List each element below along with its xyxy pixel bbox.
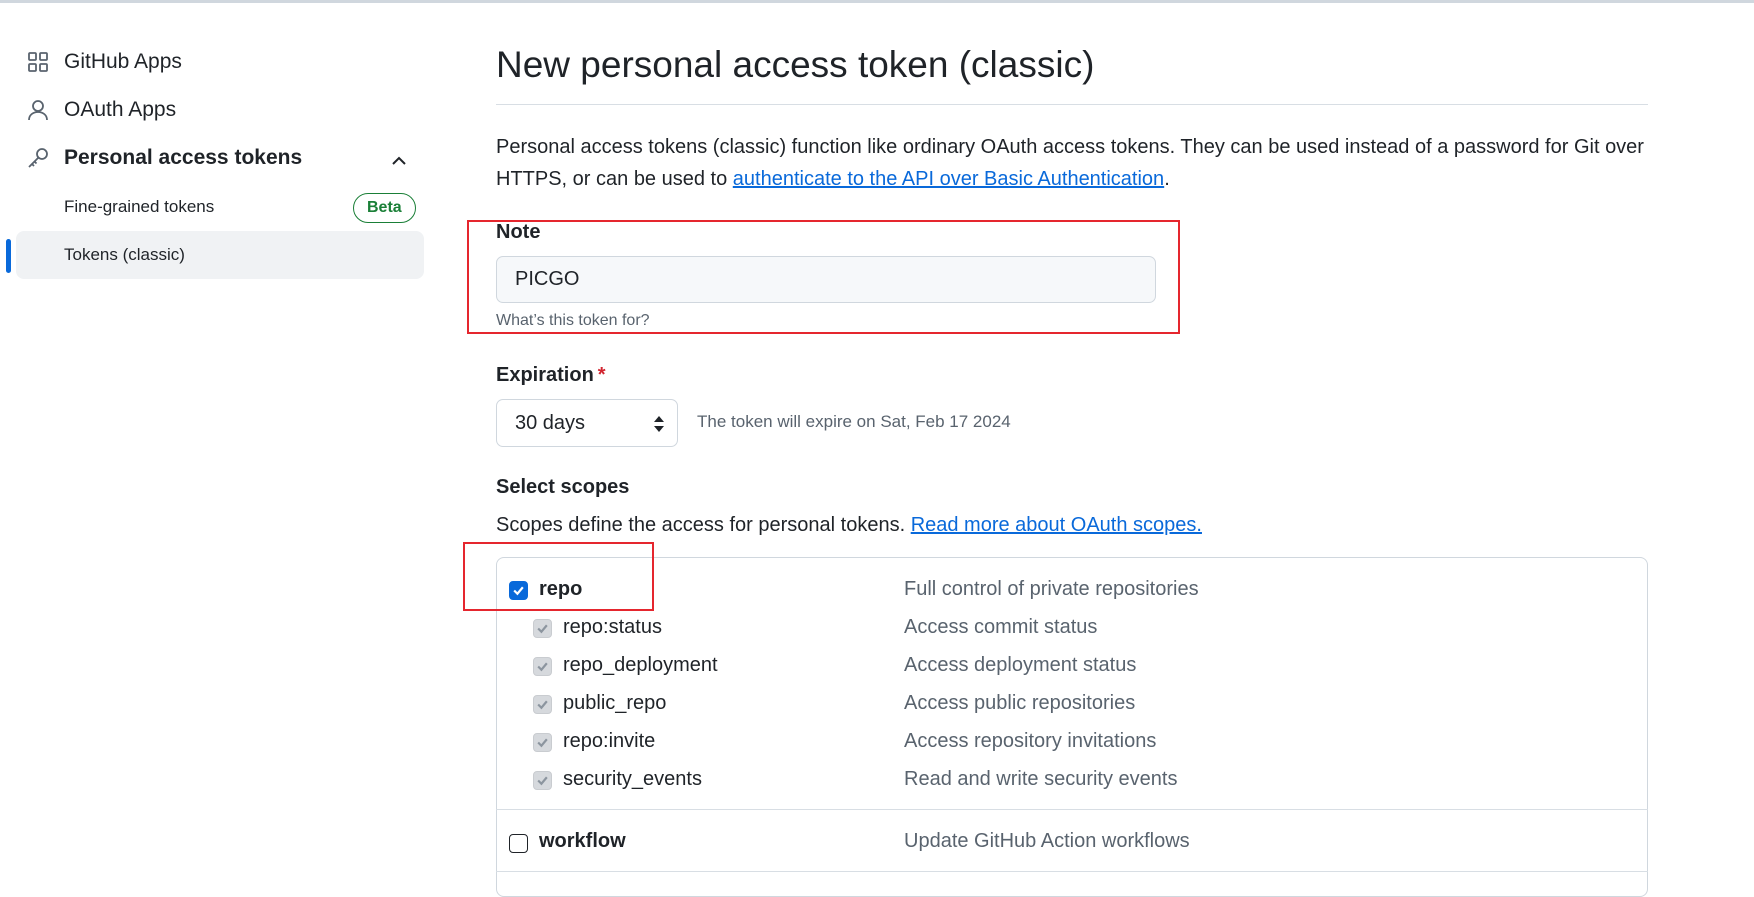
- select-arrows-icon: [654, 416, 664, 432]
- title-divider: [496, 104, 1648, 105]
- expiration-label-text: Expiration: [496, 364, 594, 386]
- key-icon: [26, 146, 50, 170]
- basic-auth-link[interactable]: authenticate to the API over Basic Authe…: [733, 168, 1164, 190]
- expiration-selected-value: 30 days: [515, 411, 586, 434]
- scopes-heading: Select scopes: [496, 476, 630, 498]
- scope-description: Access deployment status: [904, 654, 1137, 676]
- chevron-up-icon[interactable]: [388, 150, 410, 172]
- scope-name: repo:status: [563, 616, 662, 638]
- page-title: New personal access token (classic): [496, 44, 1095, 85]
- sidebar-item-label: OAuth Apps: [64, 98, 177, 121]
- beta-badge: Beta: [353, 193, 416, 223]
- scope-name: repo:invite: [563, 730, 656, 752]
- expiration-select[interactable]: 30 days: [496, 399, 678, 447]
- intro-end: .: [1164, 168, 1170, 190]
- scope-description: Full control of private repositories: [904, 578, 1199, 600]
- sidebar-subitem-tokens-classic[interactable]: Tokens (classic): [64, 245, 185, 265]
- scope-description: Access commit status: [904, 616, 1098, 638]
- checkmark-icon: [537, 738, 548, 748]
- sidebar-item-oauth-apps[interactable]: OAuth Apps: [26, 98, 176, 122]
- repo-deployment-checkbox[interactable]: [533, 657, 552, 676]
- expiration-label: Expiration *: [496, 364, 606, 387]
- sidebar-subitem-fine-grained[interactable]: Fine-grained tokens: [64, 197, 214, 217]
- scopes-description-text: Scopes define the access for personal to…: [496, 514, 911, 536]
- person-icon: [26, 98, 50, 122]
- required-mark: *: [597, 364, 606, 386]
- security-events-checkbox[interactable]: [533, 771, 552, 790]
- scope-name: repo_deployment: [563, 654, 718, 676]
- scope-description: Access public repositories: [904, 692, 1136, 714]
- checkmark-icon: [537, 624, 548, 634]
- scope-name: workflow: [539, 830, 626, 852]
- checkmark-icon: [537, 700, 548, 710]
- intro-paragraph: Personal access tokens (classic) functio…: [496, 131, 1656, 195]
- public-repo-checkbox[interactable]: [533, 695, 552, 714]
- scope-description: Update GitHub Action workflows: [904, 830, 1190, 852]
- sidebar-item-label: Personal access tokens: [64, 146, 303, 169]
- highlight-box-note: [467, 220, 1180, 334]
- sidebar-item-github-apps[interactable]: GitHub Apps: [26, 50, 182, 74]
- highlight-box-repo: [463, 542, 654, 611]
- sidebar-item-personal-access-tokens[interactable]: Personal access tokens: [26, 146, 302, 170]
- scope-name: public_repo: [563, 692, 667, 714]
- sidebar-item-label: GitHub Apps: [64, 50, 182, 73]
- scopes-description: Scopes define the access for personal to…: [496, 514, 1202, 537]
- scope-divider: [496, 871, 1648, 872]
- apps-grid-icon: [26, 50, 50, 74]
- top-border: [0, 0, 1754, 3]
- workflow-checkbox[interactable]: [509, 834, 528, 853]
- expiration-info: The token will expire on Sat, Feb 17 202…: [697, 412, 1011, 431]
- checkmark-icon: [537, 776, 548, 786]
- selected-indicator: [6, 239, 11, 273]
- oauth-scopes-link[interactable]: Read more about OAuth scopes.: [911, 514, 1202, 536]
- scope-divider: [496, 809, 1648, 810]
- scope-name: security_events: [563, 768, 702, 790]
- scope-description: Read and write security events: [904, 768, 1178, 790]
- scope-description: Access repository invitations: [904, 730, 1157, 752]
- checkmark-icon: [537, 662, 548, 672]
- repo-status-checkbox[interactable]: [533, 619, 552, 638]
- repo-invite-checkbox[interactable]: [533, 733, 552, 752]
